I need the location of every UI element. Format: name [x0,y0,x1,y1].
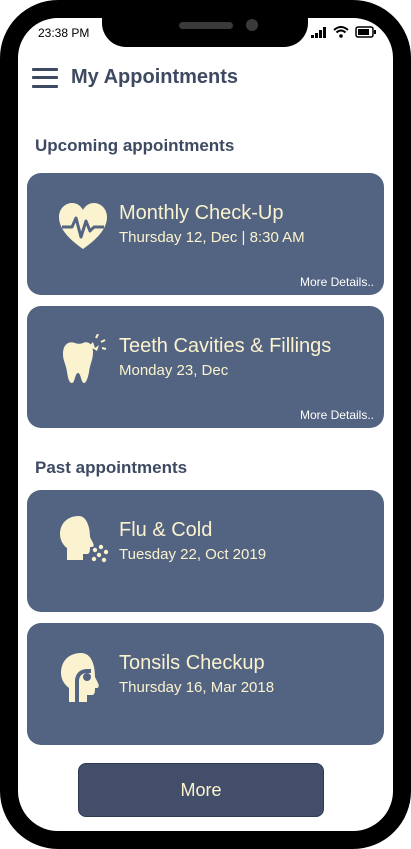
page-title: My Appointments [71,66,239,88]
more-details-link[interactable]: More Details.. [300,408,374,422]
past-section-title: Past appointments [35,458,188,477]
appointment-date: Tuesday 22, Oct 2019 [119,546,267,563]
signal-icon [311,26,326,38]
app-header: My Appointments [32,66,238,89]
speaker-grille [179,22,233,29]
heart-pulse-icon [59,203,107,249]
appointment-card-monthly-checkup[interactable]: Monthly Check-Up Thursday 12, Dec | 8:30… [27,173,384,295]
status-icons [311,26,377,38]
throat-head-icon [61,653,99,702]
appointment-date: Monday 23, Dec [119,362,229,379]
status-time: 23:38 PM [38,26,90,40]
more-button[interactable]: More [78,763,324,817]
appointment-card-tonsils[interactable]: Tonsils Checkup Thursday 16, Mar 2018 [27,623,384,745]
phone-notch [102,18,308,47]
appointment-title: Monthly Check-Up [119,202,284,224]
more-details-link[interactable]: More Details.. [300,275,374,289]
phone-frame: 23:38 PM My Appointments Upcoming appoin… [0,0,411,849]
wifi-icon [333,26,349,38]
appointment-title: Tonsils Checkup [119,652,265,674]
tooth-icon [63,334,107,383]
upcoming-section-title: Upcoming appointments [35,136,235,155]
sneeze-head-icon [60,516,109,563]
appointment-title: Teeth Cavities & Fillings [119,335,332,357]
appointment-date: Thursday 12, Dec | 8:30 AM [119,229,305,246]
front-camera [246,19,258,31]
appointment-title: Flu & Cold [119,519,213,541]
appointment-card-teeth[interactable]: Teeth Cavities & Fillings Monday 23, Dec… [27,306,384,428]
menu-icon[interactable] [32,67,58,88]
appointment-date: Thursday 16, Mar 2018 [119,679,275,696]
appointment-card-flu[interactable]: Flu & Cold Tuesday 22, Oct 2019 [27,490,384,612]
battery-icon [355,26,376,38]
